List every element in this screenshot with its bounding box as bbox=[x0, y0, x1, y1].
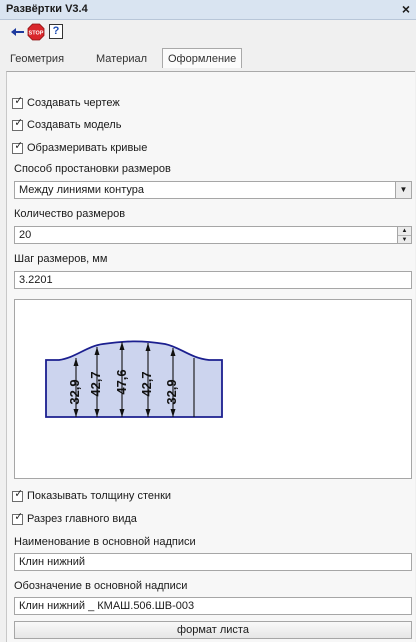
title-name-label: Наименование в основной надписи bbox=[14, 536, 196, 548]
dimension-label: 47,6 bbox=[114, 369, 129, 394]
dimension-label: 32,9 bbox=[164, 379, 179, 404]
dimension-label: 32,9 bbox=[67, 379, 82, 404]
create-model-checkbox[interactable]: ✓ Создавать модель bbox=[12, 117, 122, 132]
preview-panel: 32,9 42,7 47,6 42,7 32,9 bbox=[14, 299, 412, 479]
show-wall-thickness-checkbox[interactable]: ✓ Показывать толщину стенки bbox=[12, 488, 172, 503]
checkbox-label: Образмеривать кривые bbox=[27, 142, 148, 154]
create-drawing-checkbox[interactable]: ✓ Создавать чертеж bbox=[12, 95, 120, 110]
shape-outline bbox=[45, 340, 223, 418]
shape-preview: 32,9 42,7 47,6 42,7 32,9 bbox=[45, 340, 223, 418]
sheet-format-button[interactable]: формат листа bbox=[14, 621, 412, 639]
dimension-count-value: 20 bbox=[19, 229, 32, 241]
spin-buttons[interactable]: ▲ ▼ bbox=[397, 227, 411, 243]
checkbox-label: Разрез главного вида bbox=[27, 513, 137, 525]
checkbox-box[interactable]: ✓ bbox=[12, 511, 23, 525]
dimension-curves-checkbox[interactable]: ✓ Образмеривать кривые bbox=[12, 140, 148, 155]
toolbar: STOP ? bbox=[0, 20, 416, 44]
stop-icon-text: STOP bbox=[29, 30, 44, 36]
dropdown-arrow-icon[interactable]: ▼ bbox=[395, 182, 411, 198]
checkbox-label: Создавать чертеж bbox=[27, 97, 120, 109]
title-bar: Развёртки V3.4 × bbox=[0, 0, 416, 20]
back-arrow-icon[interactable] bbox=[10, 24, 26, 40]
stop-icon[interactable]: STOP bbox=[27, 23, 45, 41]
close-icon[interactable]: × bbox=[402, 1, 410, 17]
help-icon[interactable]: ? bbox=[49, 24, 63, 39]
checkbox-label: Показывать толщину стенки bbox=[27, 490, 172, 502]
checkbox-box[interactable]: ✓ bbox=[12, 95, 23, 109]
dimension-count-stepper[interactable]: 20 ▲ ▼ bbox=[14, 226, 412, 244]
checkbox-box[interactable]: ✓ bbox=[12, 117, 23, 131]
dimension-label: 42,7 bbox=[139, 371, 154, 396]
dimension-label: 42,7 bbox=[88, 371, 103, 396]
dimension-step-input[interactable]: 3.2201 bbox=[14, 271, 412, 289]
checkbox-label: Создавать модель bbox=[27, 119, 122, 131]
title-designation-input[interactable]: Клин нижний _ КМАШ.506.ШВ-003 bbox=[14, 597, 412, 615]
tab-material[interactable]: Материал bbox=[91, 51, 152, 68]
main-view-section-checkbox[interactable]: ✓ Разрез главного вида bbox=[12, 511, 137, 526]
dimension-method-value: Между линиями контура bbox=[19, 184, 145, 196]
dimension-step-label: Шаг размеров, мм bbox=[14, 253, 108, 265]
checkbox-box[interactable]: ✓ bbox=[12, 488, 23, 502]
title-designation-label: Обозначение в основной надписи bbox=[14, 580, 188, 592]
checkbox-box[interactable]: ✓ bbox=[12, 140, 23, 154]
dimension-step-value: 3.2201 bbox=[19, 274, 53, 286]
spin-down-icon[interactable]: ▼ bbox=[398, 236, 411, 243]
spin-up-icon[interactable]: ▲ bbox=[398, 227, 411, 236]
title-designation-value: Клин нижний _ КМАШ.506.ШВ-003 bbox=[19, 600, 195, 612]
tab-bar: Геометрия Материал Оформление bbox=[0, 46, 416, 70]
title-name-input[interactable]: Клин нижний bbox=[14, 553, 412, 571]
dimension-count-label: Количество размеров bbox=[14, 208, 126, 220]
window-title: Развёртки V3.4 bbox=[6, 3, 88, 15]
tab-geometry[interactable]: Геометрия bbox=[5, 51, 69, 68]
dimension-method-label: Способ простановки размеров bbox=[14, 163, 171, 175]
title-name-value: Клин нижний bbox=[19, 556, 86, 568]
dimension-method-select[interactable]: Между линиями контура ▼ bbox=[14, 181, 412, 199]
tab-design[interactable]: Оформление bbox=[162, 48, 243, 68]
